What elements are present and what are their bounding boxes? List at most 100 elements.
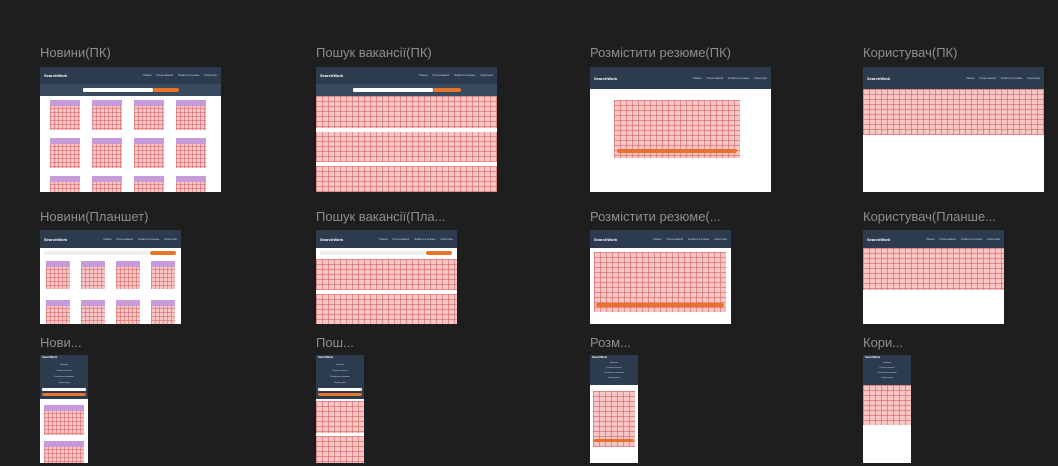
nav-item-search: Пошук вакансії — [392, 237, 410, 241]
nav-item-search: Пошук вакансії — [939, 237, 957, 241]
frame-news-mobile[interactable]: SearchWork Новини Пошук вакансії Розміст… — [40, 355, 88, 463]
nav-item-user: Користувач — [58, 382, 70, 384]
nav-item-news: Новини — [966, 76, 975, 80]
frame-news-tablet[interactable]: SearchWork Новини Пошук вакансії Розміст… — [40, 230, 181, 324]
nav-item-user: Користувач — [204, 74, 217, 77]
mobile-menu: SearchWork Новини Пошук вакансії Розміст… — [590, 355, 638, 385]
search-input — [320, 251, 425, 255]
frame-label-resume-tablet[interactable]: Розмістити резюме(... — [590, 209, 721, 224]
frame-label-user-tablet[interactable]: Користувач(Планше... — [863, 209, 996, 224]
frame-label-user-mobile[interactable]: Кори... — [863, 335, 903, 350]
frame-label-search-mobile[interactable]: Пош... — [316, 335, 354, 350]
nav-item-search: Пошук вакансії — [606, 367, 622, 369]
nav-item-resume: Розмістити резюме — [54, 376, 74, 378]
search-strip — [40, 84, 221, 96]
nav-menu: Новини Пошук вакансії Розмістити резюме … — [419, 74, 493, 77]
frame-search-pc[interactable]: SearchWork Новини Пошук вакансії Розміст… — [316, 67, 497, 192]
search-button — [318, 393, 362, 396]
submit-button — [594, 439, 634, 442]
navbar: SearchWork Новини Пошук вакансії Розміст… — [590, 230, 731, 248]
search-input — [44, 251, 149, 255]
nav-item-resume: Розмістити резюме — [961, 237, 983, 241]
news-card — [134, 138, 164, 168]
nav-item-search: Пошук вакансії — [332, 370, 348, 372]
nav-item-search: Пошук вакансії — [666, 237, 684, 241]
news-card — [44, 405, 84, 435]
divider — [316, 162, 497, 166]
search-input — [318, 388, 362, 391]
frame-user-pc[interactable]: SearchWork Новини Пошук вакансії Розміст… — [863, 67, 1044, 192]
search-strip — [316, 84, 497, 96]
nav-item-resume: Розмістити резюме — [1001, 76, 1023, 80]
news-card — [92, 100, 122, 130]
mobile-menu: SearchWork Новини Пошук вакансії Розміст… — [863, 355, 911, 385]
nav-item-news: Новини — [379, 237, 388, 241]
user-panel — [863, 248, 1004, 290]
search-input — [42, 388, 86, 391]
mobile-menu: SearchWork Новини Пошук вакансії Розміст… — [316, 355, 364, 399]
news-card — [176, 138, 206, 168]
news-card — [46, 300, 70, 324]
frame-user-mobile[interactable]: SearchWork Новини Пошук вакансії Розміст… — [863, 355, 911, 463]
frame-search-tablet[interactable]: SearchWork Новини Пошук вакансії Розміст… — [316, 230, 457, 324]
search-button — [152, 88, 179, 92]
navbar: SearchWork Новини Пошук вакансії Розміст… — [863, 230, 1004, 248]
navbar: SearchWork Новини Пошук вакансії Розміст… — [590, 67, 771, 89]
nav-menu: Новини Пошук вакансії Розмістити резюме … — [103, 238, 177, 241]
nav-item-news: Новини — [926, 237, 935, 241]
nav-item-search: Пошук вакансії — [879, 367, 895, 369]
logo: SearchWork — [318, 356, 334, 359]
logo: SearchWork — [594, 75, 618, 81]
nav-item-resume: Розмістити резюме — [604, 372, 624, 374]
submit-button — [617, 149, 737, 153]
nav-item-user: Користувач — [334, 382, 346, 384]
frame-label-search-pc[interactable]: Пошук вакансії(ПК) — [316, 45, 432, 60]
search-input — [82, 88, 153, 92]
nav-item-news: Новини — [419, 74, 428, 77]
news-card — [134, 100, 164, 130]
nav-item-user: Користувач — [164, 237, 177, 241]
news-card — [176, 100, 206, 130]
nav-item-search: Пошук вакансії — [979, 76, 997, 80]
news-card — [50, 138, 80, 168]
frame-resume-mobile[interactable]: SearchWork Новини Пошук вакансії Розміст… — [590, 355, 638, 463]
nav-item-news: Новини — [336, 364, 344, 366]
nav-item-news: Новини — [653, 237, 662, 241]
search-button — [42, 393, 86, 396]
news-card — [81, 261, 105, 289]
frame-label-user-pc[interactable]: Користувач(ПК) — [863, 45, 957, 60]
nav-item-search: Пошук вакансії — [432, 74, 450, 77]
frame-label-resume-mobile[interactable]: Розм... — [590, 335, 631, 350]
frame-label-news-pc[interactable]: Новини(ПК) — [40, 45, 111, 60]
frame-resume-pc[interactable]: SearchWork Новини Пошук вакансії Розміст… — [590, 67, 771, 192]
user-panel — [863, 385, 911, 425]
logo: SearchWork — [867, 236, 891, 242]
nav-item-resume: Розмістити резюме — [454, 74, 476, 77]
news-card — [176, 176, 206, 192]
frame-label-news-mobile[interactable]: Нови... — [40, 335, 82, 350]
nav-item-user: Користувач — [1027, 76, 1040, 80]
frame-label-resume-pc[interactable]: Розмістити резюме(ПК) — [590, 45, 731, 60]
frame-label-search-tablet[interactable]: Пошук вакансії(Пла... — [316, 209, 446, 224]
news-card — [50, 100, 80, 130]
logo: SearchWork — [592, 356, 608, 359]
frame-resume-tablet[interactable]: SearchWork Новини Пошук вакансії Розміст… — [590, 230, 731, 324]
nav-item-resume: Розмістити резюме — [138, 237, 160, 241]
frame-search-mobile[interactable]: SearchWork Новини Пошук вакансії Розміст… — [316, 355, 364, 463]
search-button — [426, 251, 452, 255]
divider — [316, 290, 457, 294]
nav-item-resume: Розмістити резюме — [688, 237, 710, 241]
nav-item-news: Новини — [693, 76, 702, 80]
frame-news-pc[interactable]: SearchWork Новини Пошук вакансії Розміст… — [40, 67, 221, 192]
frame-label-news-tablet[interactable]: Новини(Планшет) — [40, 209, 148, 224]
nav-item-news: Новини — [610, 362, 618, 364]
logo: SearchWork — [44, 236, 68, 242]
nav-item-resume: Розмістити резюме — [330, 376, 350, 378]
nav-item-search: Пошук вакансії — [116, 237, 134, 241]
frame-user-tablet[interactable]: SearchWork Новини Пошук вакансії Розміст… — [863, 230, 1004, 324]
nav-item-search: Пошук вакансії — [56, 370, 72, 372]
navbar: SearchWork Новини Пошук вакансії Розміст… — [316, 67, 497, 84]
news-card — [151, 300, 175, 324]
logo: SearchWork — [320, 73, 344, 78]
nav-item-resume: Розмістити резюме — [877, 372, 897, 374]
